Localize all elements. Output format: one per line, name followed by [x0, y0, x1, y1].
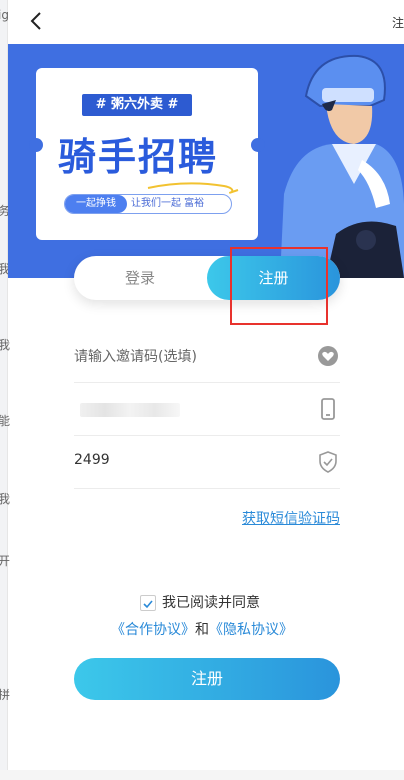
top-nav-bar: 注: [8, 0, 404, 44]
bg-fragment: 能: [0, 414, 11, 428]
get-sms-code-link[interactable]: 获取短信验证码: [242, 508, 340, 528]
bg-fragment: 我: [0, 492, 11, 506]
slogan-right: 让我们一起 富裕: [131, 198, 205, 209]
agreement-links: 《合作协议》和《隐私协议》: [0, 619, 404, 639]
bg-fragment: 开: [0, 554, 11, 568]
agree-label: 我已阅读并同意: [162, 595, 260, 611]
shield-check-icon: [319, 451, 337, 473]
register-submit-button[interactable]: 注册: [74, 658, 340, 700]
phone-number-blurred: [80, 403, 180, 417]
background-window-strip: ig 务 我 我 能 我 开 拼: [0, 0, 11, 780]
headline-underline-squiggle: [147, 182, 239, 194]
bg-fragment: 拼: [0, 688, 11, 702]
verification-code-value: 2499: [74, 452, 110, 468]
banner-headline: 骑手招聘: [58, 135, 219, 179]
back-arrow-icon[interactable]: [26, 10, 48, 32]
slogan-pill: 一起挣钱 让我们一起 富裕: [64, 194, 232, 214]
bottom-edge: [0, 770, 404, 780]
slogan-left: 一起挣钱: [65, 195, 127, 213]
privacy-agreement-link[interactable]: 《隐私协议》: [209, 622, 293, 638]
ticket-notch: [251, 138, 265, 152]
invite-code-field[interactable]: 请输入邀请码(选填): [74, 330, 340, 383]
rider-illustration: [266, 44, 404, 278]
contract-agreement-link[interactable]: 《合作协议》: [111, 622, 195, 638]
nav-right-text[interactable]: 注: [392, 14, 404, 31]
verification-code-field[interactable]: 2499: [74, 436, 340, 489]
ticket-notch: [29, 138, 43, 152]
highlight-annotation-box: [230, 247, 328, 325]
recruit-banner: # 粥六外卖 # 骑手招聘 一起挣钱 让我们一起 富裕: [8, 44, 404, 278]
phone-field[interactable]: [74, 383, 340, 436]
brand-tag: # 粥六外卖 #: [82, 94, 192, 116]
checkmark-icon: [143, 600, 153, 609]
heart-icon: [318, 346, 338, 366]
phone-icon: [321, 398, 335, 420]
agreement-and: 和: [195, 622, 209, 638]
banner-ticket-card: # 粥六外卖 # 骑手招聘 一起挣钱 让我们一起 富裕: [29, 68, 265, 240]
bg-fragment: 我: [0, 338, 11, 352]
tab-login[interactable]: 登录: [74, 256, 206, 300]
agree-checkbox[interactable]: [140, 595, 156, 611]
invite-code-placeholder: 请输入邀请码(选填): [74, 349, 197, 365]
